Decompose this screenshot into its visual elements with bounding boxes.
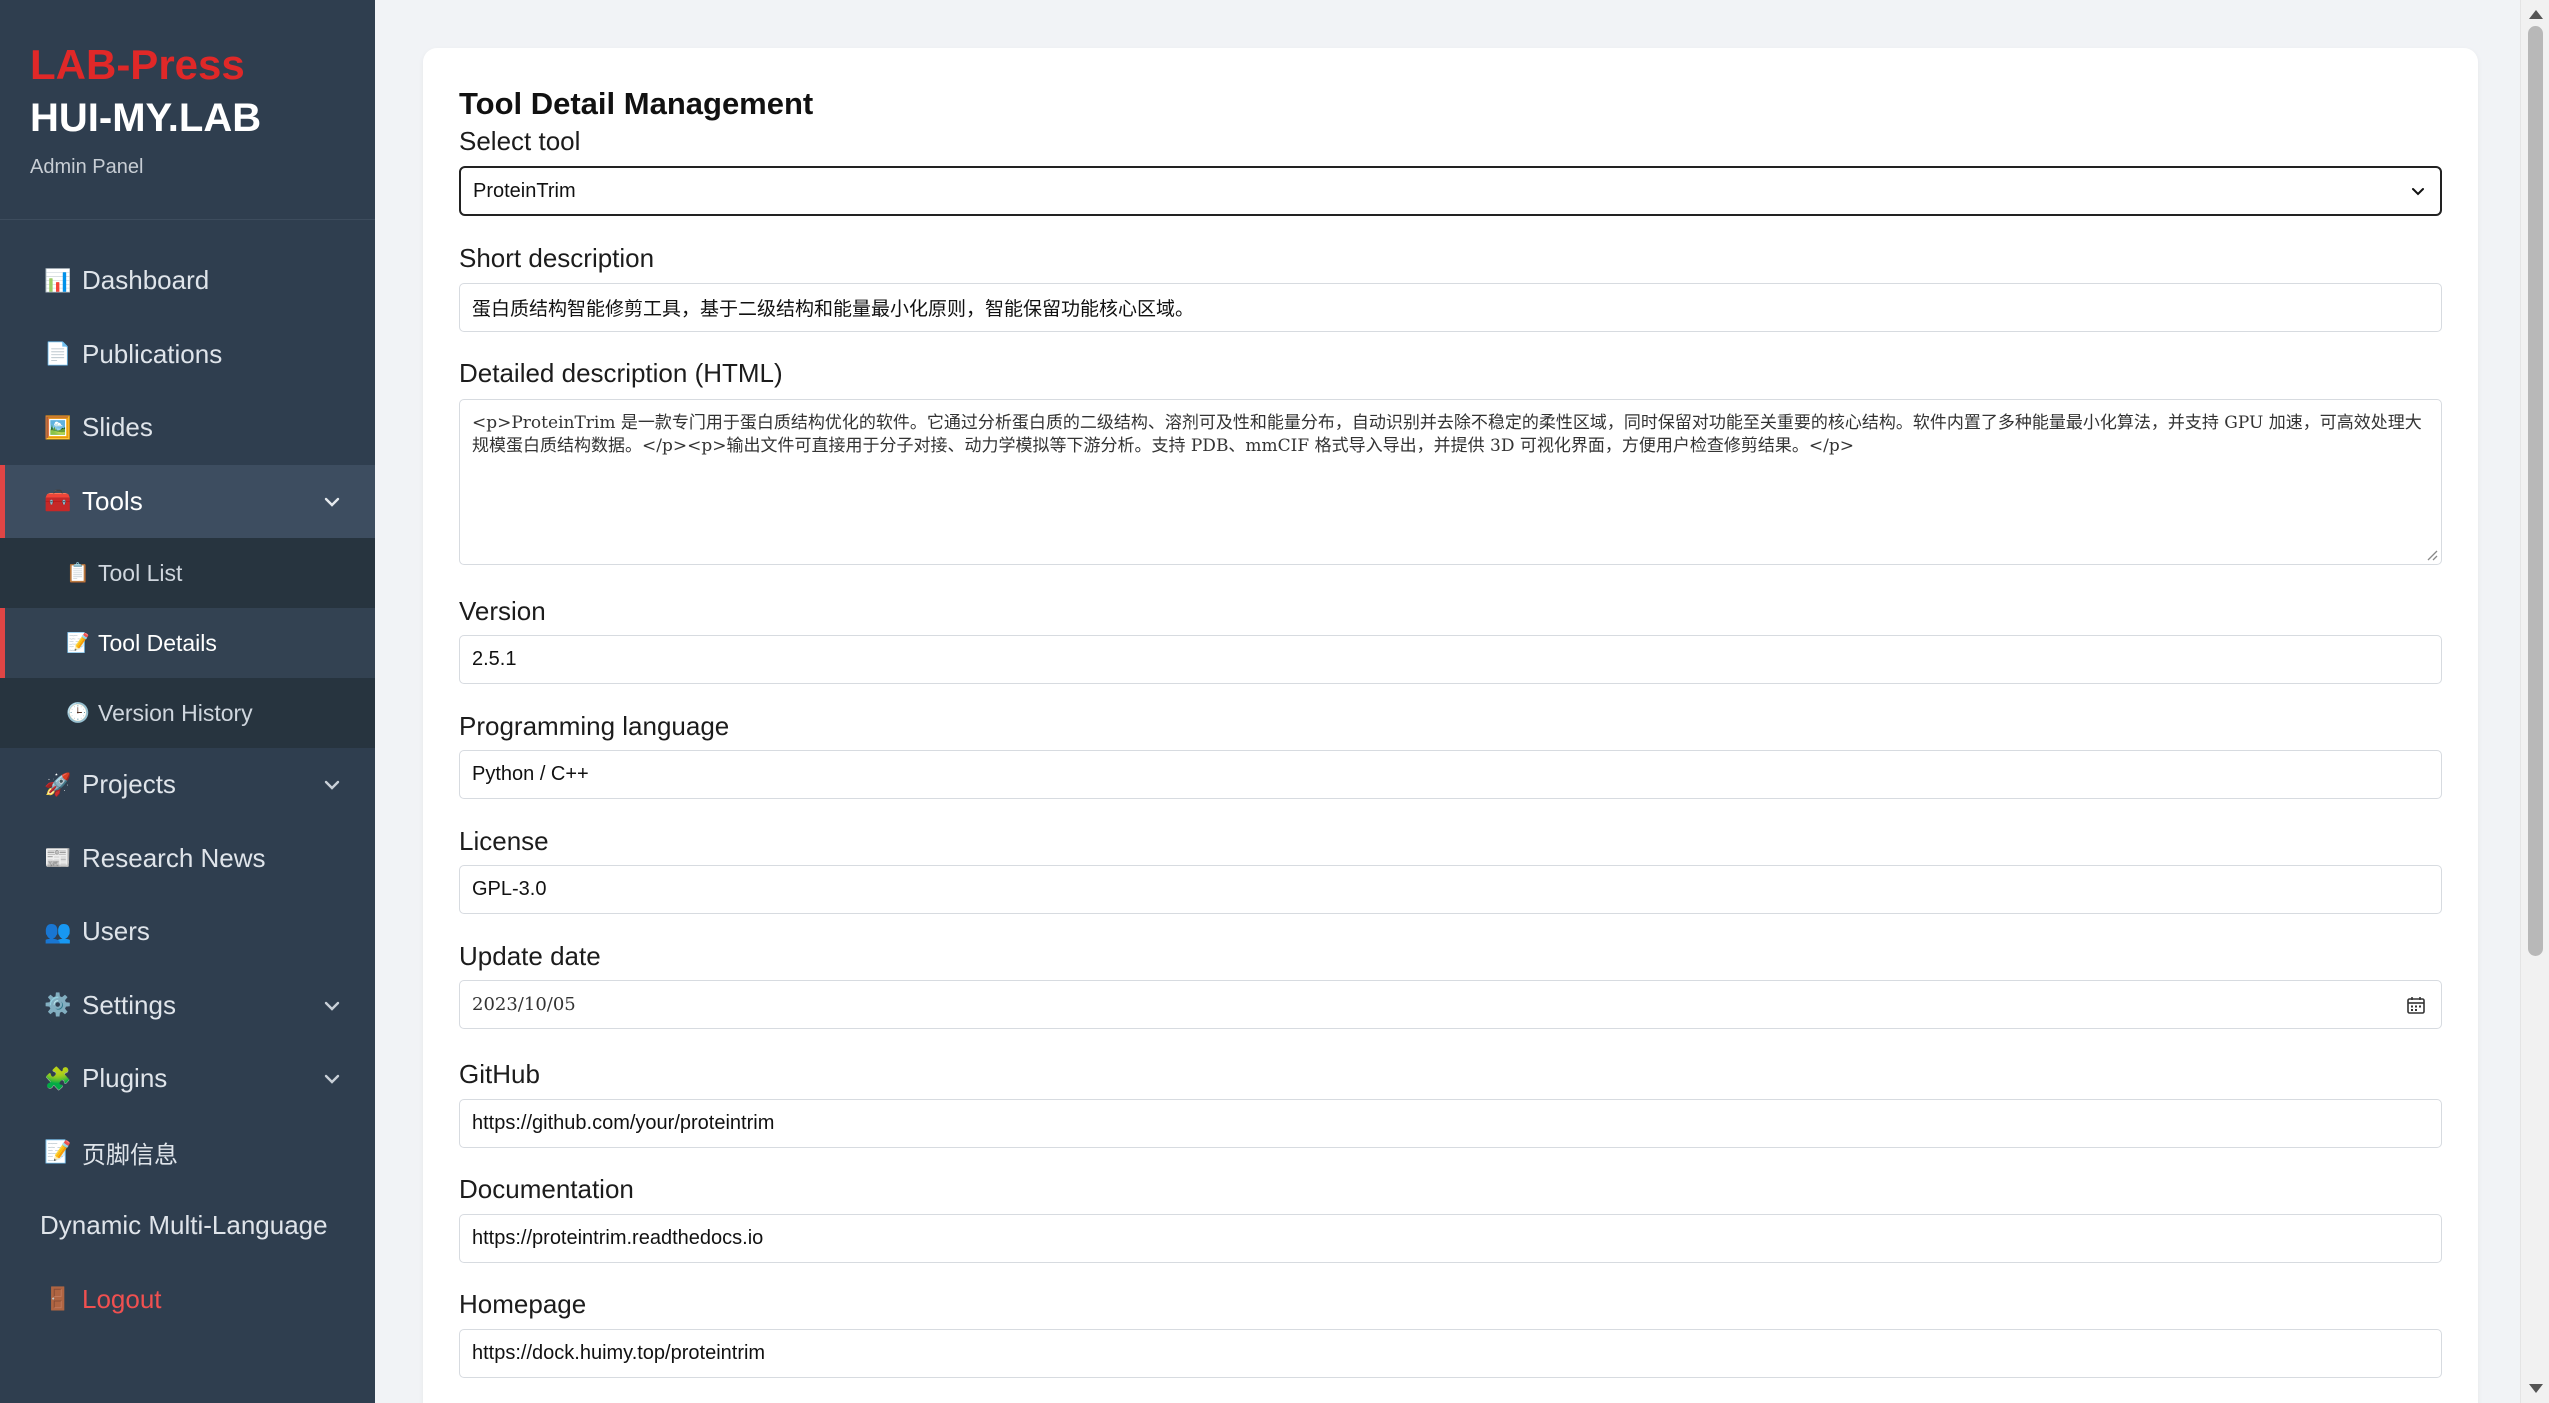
chevron-down-icon bbox=[2412, 188, 2424, 196]
sidebar-item-multi-language[interactable]: Dynamic Multi-Language bbox=[0, 1189, 375, 1263]
sidebar-item-label: Users bbox=[82, 916, 150, 947]
sidebar-item-label: Version History bbox=[98, 699, 253, 726]
sidebar-item-label: Plugins bbox=[82, 1063, 168, 1094]
page-title: Tool Detail Management bbox=[459, 86, 814, 121]
scroll-down-arrow-icon[interactable] bbox=[2529, 1384, 2543, 1393]
sidebar: LAB-Press HUI-MY.LAB Admin Panel 📊 Dashb… bbox=[0, 0, 375, 1403]
dashboard-icon: 📊 bbox=[44, 267, 72, 293]
app-root: LAB-Press HUI-MY.LAB Admin Panel 📊 Dashb… bbox=[0, 0, 2549, 1403]
sidebar-item-label: Slides bbox=[82, 412, 153, 443]
document-icon: 📄 bbox=[44, 341, 72, 367]
homepage-label: Homepage bbox=[459, 1289, 587, 1319]
sidebar-item-settings[interactable]: ⚙️ Settings bbox=[0, 969, 375, 1043]
github-input[interactable]: https://github.com/your/proteintrim bbox=[459, 1099, 2442, 1148]
resize-handle-icon[interactable] bbox=[2424, 547, 2438, 561]
sidebar-item-tool-list[interactable]: 📋 Tool List bbox=[0, 538, 375, 608]
short-description-value: 蛋白质结构智能修剪工具，基于二级结构和能量最小化原则，智能保留功能核心区域。 bbox=[472, 298, 1195, 320]
brand: LAB-Press HUI-MY.LAB Admin Panel bbox=[0, 0, 375, 220]
toolbox-icon: 🧰 bbox=[44, 488, 72, 514]
door-icon: 🚪 bbox=[44, 1286, 72, 1312]
version-value: 2.5.1 bbox=[472, 648, 517, 670]
select-tool-label: Select tool bbox=[459, 126, 581, 156]
programming-language-value: Python / C++ bbox=[472, 763, 589, 785]
chevron-down-icon[interactable] bbox=[321, 491, 343, 513]
sidebar-item-label: Settings bbox=[82, 989, 176, 1020]
detailed-description-label: Detailed description (HTML) bbox=[459, 358, 783, 388]
sidebar-item-projects[interactable]: 🚀 Projects bbox=[0, 748, 375, 822]
scrollbar-thumb[interactable] bbox=[2528, 26, 2543, 956]
sidebar-item-tools[interactable]: 🧰 Tools bbox=[0, 464, 375, 538]
detailed-description-textarea[interactable]: <p>ProteinTrim 是一款专门用于蛋白质结构优化的软件。它通过分析蛋白… bbox=[459, 399, 2442, 565]
sidebar-item-publications[interactable]: 📄 Publications bbox=[0, 318, 375, 392]
chevron-down-icon[interactable] bbox=[321, 995, 343, 1017]
github-value: https://github.com/your/proteintrim bbox=[472, 1112, 775, 1134]
programming-language-input[interactable]: Python / C++ bbox=[459, 750, 2442, 799]
image-icon: 🖼️ bbox=[44, 414, 72, 440]
version-input[interactable]: 2.5.1 bbox=[459, 635, 2442, 684]
chevron-down-icon[interactable] bbox=[321, 774, 343, 796]
sidebar-item-dashboard[interactable]: 📊 Dashboard bbox=[0, 244, 375, 318]
tool-select[interactable]: ProteinTrim bbox=[459, 166, 2442, 216]
sidebar-item-tool-details[interactable]: 📝 Tool Details bbox=[0, 608, 375, 678]
scroll-up-arrow-icon[interactable] bbox=[2529, 10, 2543, 19]
tool-detail-form: Tool Detail Management Select tool Prote… bbox=[423, 48, 2478, 1403]
version-label: Version bbox=[459, 596, 546, 626]
sidebar-item-research-news[interactable]: 📰 Research News bbox=[0, 822, 375, 896]
programming-language-label: Programming language bbox=[459, 711, 730, 741]
sidebar-item-label: Tools bbox=[82, 485, 143, 516]
license-label: License bbox=[459, 826, 549, 856]
sidebar-item-label: Logout bbox=[82, 1283, 162, 1314]
update-date-input[interactable]: 2023/10/05 bbox=[459, 980, 2442, 1029]
documentation-value: https://proteintrim.readthedocs.io bbox=[472, 1227, 764, 1249]
sidebar-item-slides[interactable]: 🖼️ Slides bbox=[0, 391, 375, 465]
sidebar-item-logout[interactable]: 🚪 Logout bbox=[0, 1263, 375, 1337]
documentation-input[interactable]: https://proteintrim.readthedocs.io bbox=[459, 1214, 2442, 1263]
calendar-icon[interactable] bbox=[2405, 994, 2427, 1016]
homepage-value: https://dock.huimy.top/proteintrim bbox=[472, 1342, 766, 1364]
sidebar-item-label: Publications bbox=[82, 338, 223, 369]
sidebar-item-label: Tool Details bbox=[98, 629, 217, 656]
puzzle-icon: 🧩 bbox=[44, 1065, 72, 1091]
sidebar-item-label: Dashboard bbox=[82, 265, 210, 296]
main-content: Tool Detail Management Select tool Prote… bbox=[375, 0, 2520, 1403]
sidebar-item-label: Projects bbox=[82, 769, 176, 800]
sidebar-item-label: Dynamic Multi-Language bbox=[40, 1210, 328, 1241]
page-scrollbar[interactable] bbox=[2520, 0, 2549, 1403]
clock-icon: 🕒 bbox=[66, 703, 90, 724]
sidebar-item-label: 页脚信息 bbox=[82, 1140, 178, 1169]
clipboard-icon: 📋 bbox=[66, 563, 90, 584]
license-value: GPL-3.0 bbox=[472, 878, 547, 900]
update-date-label: Update date bbox=[459, 941, 601, 971]
newspaper-icon: 📰 bbox=[44, 845, 72, 871]
sidebar-item-version-history[interactable]: 🕒 Version History bbox=[0, 678, 375, 748]
rocket-icon: 🚀 bbox=[44, 771, 72, 797]
detailed-description-value: <p>ProteinTrim 是一款专门用于蛋白质结构优化的软件。它通过分析蛋白… bbox=[472, 413, 2422, 456]
brand-subtitle: Admin Panel bbox=[30, 156, 144, 178]
homepage-input[interactable]: https://dock.huimy.top/proteintrim bbox=[459, 1329, 2442, 1378]
short-description-input[interactable]: 蛋白质结构智能修剪工具，基于二级结构和能量最小化原则，智能保留功能核心区域。 bbox=[459, 283, 2442, 332]
sidebar-nav: 📊 Dashboard 📄 Publications 🖼️ Slides 🧰 T… bbox=[0, 244, 375, 1336]
chevron-down-icon[interactable] bbox=[321, 1068, 343, 1090]
memo-icon: 📝 bbox=[66, 633, 90, 654]
license-input[interactable]: GPL-3.0 bbox=[459, 865, 2442, 914]
brand-name[interactable]: HUI-MY.LAB bbox=[30, 90, 375, 146]
memo-icon: 📝 bbox=[44, 1139, 72, 1165]
github-label: GitHub bbox=[459, 1059, 540, 1089]
brand-lab-press[interactable]: LAB-Press bbox=[30, 40, 375, 90]
documentation-label: Documentation bbox=[459, 1174, 634, 1204]
update-date-value: 2023/10/05 bbox=[472, 994, 576, 1015]
sidebar-item-users[interactable]: 👥 Users bbox=[0, 895, 375, 969]
sidebar-item-plugins[interactable]: 🧩 Plugins bbox=[0, 1042, 375, 1116]
sidebar-item-label: Tool List bbox=[98, 559, 183, 586]
sidebar-item-label: Research News bbox=[82, 842, 266, 873]
short-description-label: Short description bbox=[459, 243, 655, 273]
users-icon: 👥 bbox=[44, 918, 72, 944]
gear-icon: ⚙️ bbox=[44, 992, 72, 1018]
tool-select-value: ProteinTrim bbox=[473, 179, 576, 202]
sidebar-item-footer-info[interactable]: 📝 页脚信息 bbox=[0, 1116, 375, 1190]
